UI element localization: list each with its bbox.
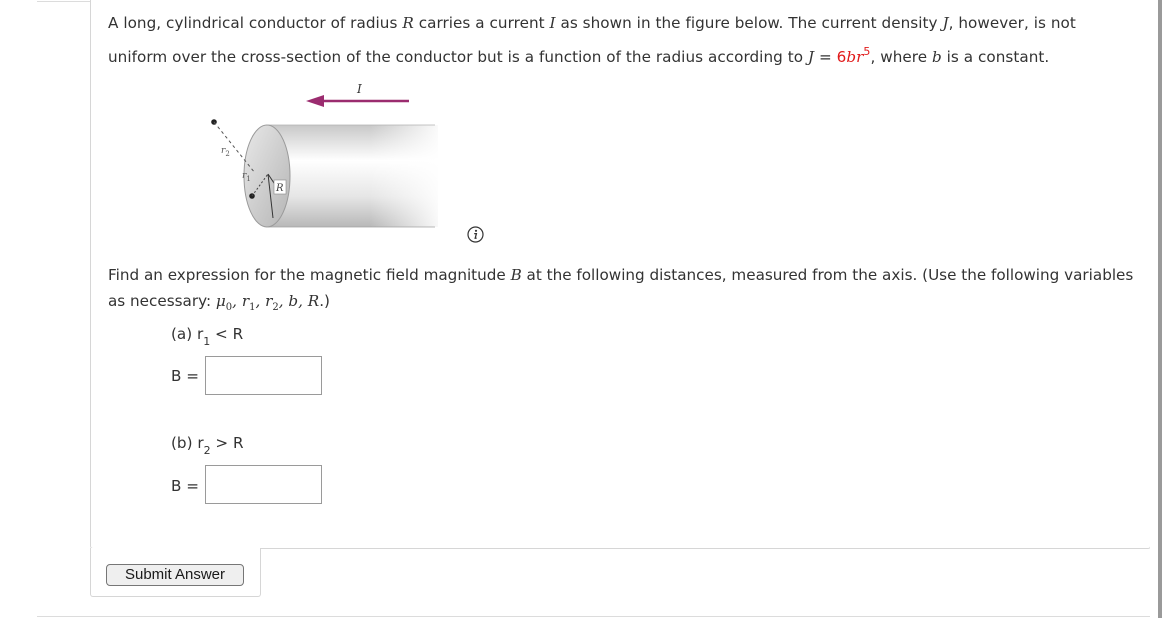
var-b: b xyxy=(932,48,942,67)
info-icon[interactable] xyxy=(467,226,484,243)
problem-text: is a constant. xyxy=(941,48,1050,67)
bottom-divider xyxy=(37,616,1150,617)
part-b-b-label: B = xyxy=(171,477,199,495)
answer-input-a[interactable] xyxy=(205,356,322,395)
eq-coefficient: 6 xyxy=(836,48,847,67)
var-r2: , r2 xyxy=(255,292,279,314)
var-rest: , b, R xyxy=(278,292,320,310)
part-a-label: (a) r1 < R xyxy=(171,325,244,349)
var-B: B xyxy=(510,266,522,284)
var-mu: μ0 xyxy=(215,292,233,314)
part-a-b-label: B = xyxy=(171,367,199,385)
label-R: R xyxy=(275,183,284,194)
cylinder-fade xyxy=(370,120,445,232)
conductor-figure: I r2 r1 R xyxy=(211,82,445,232)
var-r1: , r1 xyxy=(232,292,256,314)
current-arrow xyxy=(306,95,409,107)
eq-br: br xyxy=(846,48,864,67)
problem-statement: A long, cylindrical conductor of radius … xyxy=(108,9,1138,72)
problem-text: as shown in the figure below. The curren… xyxy=(555,14,943,32)
question-text: Find an expression for the magnetic fiel… xyxy=(108,266,511,284)
problem-text: , where xyxy=(870,48,932,67)
problem-text: A long, cylindrical conductor of radius xyxy=(108,14,403,32)
eq-equals: = xyxy=(814,48,837,67)
label-r2: r2 xyxy=(221,146,230,158)
problem-text: carries a current xyxy=(413,14,550,32)
var-R: R xyxy=(402,14,414,32)
eq-exponent: 5 xyxy=(863,45,871,58)
submit-answer-button[interactable]: Submit Answer xyxy=(106,564,244,586)
answer-input-b[interactable] xyxy=(205,465,322,504)
part-b-label: (b) r2 > R xyxy=(171,434,244,458)
scrollbar[interactable] xyxy=(1150,0,1170,618)
question-prompt: Find an expression for the magnetic fiel… xyxy=(108,262,1138,321)
scrollbar-thumb[interactable] xyxy=(1158,0,1162,618)
current-label: I xyxy=(356,82,362,96)
question-text: .) xyxy=(319,292,330,310)
